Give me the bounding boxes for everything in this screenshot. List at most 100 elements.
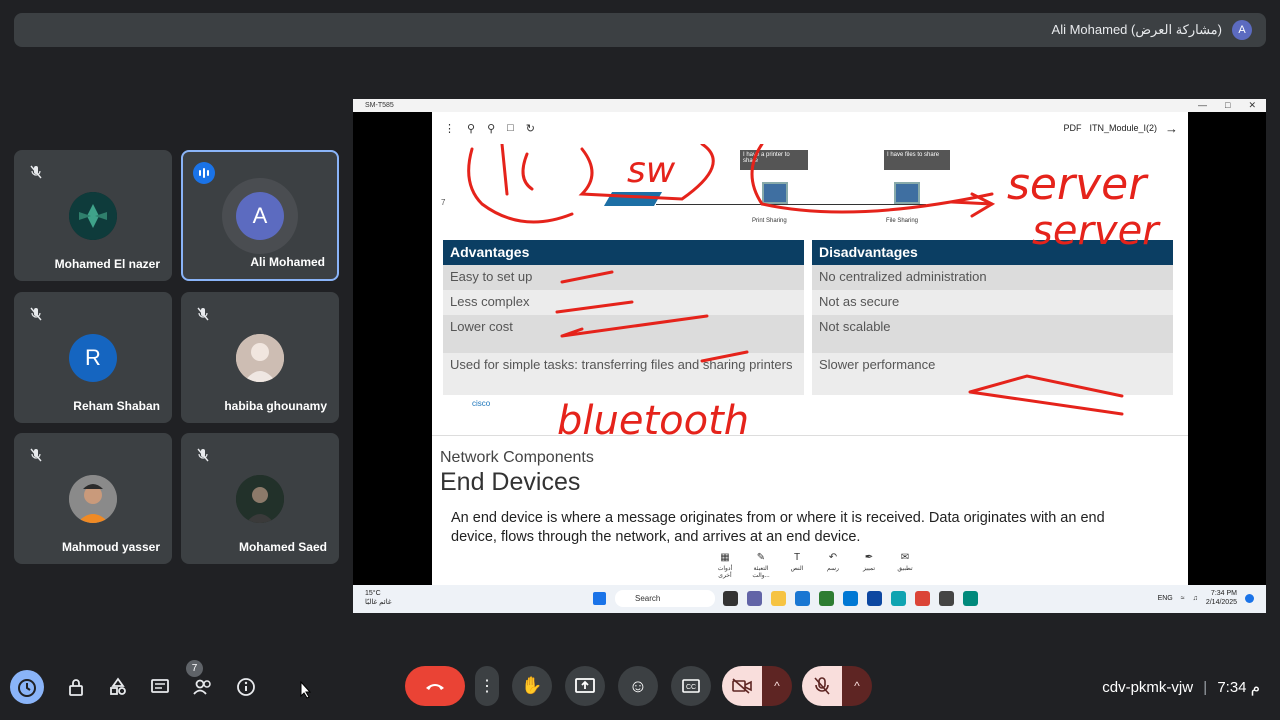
chevron-up-icon: ^ <box>774 679 780 693</box>
folder-icon[interactable] <box>771 591 786 606</box>
participant-tile[interactable]: Mahmoud yasser <box>14 433 172 564</box>
meeting-info: cdv-pkmk-vjw | 7:34 م <box>1102 678 1260 696</box>
avatar <box>236 475 284 523</box>
mic-off-icon <box>197 448 209 462</box>
participant-name: habiba ghounamy <box>224 399 327 413</box>
minimize-icon[interactable]: — <box>1198 99 1207 112</box>
pdf-title: PDF ITN_Module_I(2) → <box>1063 112 1178 144</box>
mouse-cursor-icon <box>300 681 312 699</box>
chevron-up-icon: ^ <box>854 679 860 693</box>
comment-icon: ✉ <box>900 552 910 563</box>
tool-apply[interactable]: ✉ تطبيق <box>892 552 918 579</box>
close-icon[interactable]: ✕ <box>1248 99 1256 112</box>
search-icon[interactable]: ⚲ <box>487 122 495 135</box>
speaking-indicator-icon <box>193 162 215 184</box>
annotation-server: server <box>1032 208 1161 254</box>
presenter-avatar[interactable]: A <box>1232 20 1252 40</box>
weather-desc: غائم غالبًا <box>365 599 392 606</box>
people-count-badge: 7 <box>186 660 203 677</box>
app-icon[interactable] <box>939 591 954 606</box>
avatar: A <box>222 178 298 254</box>
tool-fill[interactable]: ✎ التعبئة والت... <box>748 552 774 579</box>
participant-name: Reham Shaban <box>73 399 160 413</box>
tool-label: تطبيق <box>897 566 913 572</box>
end-call-button[interactable] <box>405 666 465 706</box>
raise-hand-button[interactable]: ✋ <box>512 666 552 706</box>
meeting-time: 7:34 م <box>1217 679 1260 696</box>
camera-options-button[interactable]: ^ <box>762 666 792 706</box>
participant-tile-active[interactable]: A Ali Mohamed <box>181 150 339 281</box>
volume-icon[interactable]: ♫ <box>1193 595 1198 602</box>
app-icon[interactable] <box>963 591 978 606</box>
weather-widget[interactable]: 15°C غائم غالبًا <box>365 589 392 607</box>
mic-off-icon <box>30 165 42 179</box>
section-title: End Devices <box>440 468 581 496</box>
comment-icon[interactable]: □ <box>507 122 514 134</box>
participant-tile[interactable]: R Reham Shaban <box>14 292 172 423</box>
taskbar-search[interactable]: Search <box>615 590 715 607</box>
avatar <box>69 475 117 523</box>
app-icon[interactable] <box>747 591 762 606</box>
more-vert-icon[interactable]: ⋮ <box>444 122 455 135</box>
camera-toggle-button[interactable] <box>722 666 762 706</box>
participant-tile[interactable]: Mohamed Saed <box>181 433 339 564</box>
mic-options-button[interactable]: ^ <box>842 666 872 706</box>
rotate-icon[interactable]: ↻ <box>526 122 535 135</box>
fill-icon: ✎ <box>756 552 766 563</box>
captions-button[interactable]: CC <box>671 666 711 706</box>
system-tray: ENG ≈ ♫ 7:34 PM 2/14/2025 <box>1158 589 1254 607</box>
mic-off-icon <box>30 448 42 462</box>
tool-text[interactable]: T النص <box>784 552 810 579</box>
lasso-icon: ↶ <box>828 552 838 563</box>
chat-icon[interactable] <box>150 677 170 697</box>
more-tools-icon: ▦ <box>720 552 730 563</box>
hand-icon: ✋ <box>521 676 543 695</box>
participant-tile[interactable]: Mohamed El nazer <box>14 150 172 281</box>
text-icon: T <box>793 552 801 563</box>
app-icon[interactable] <box>723 591 738 606</box>
tool-draw[interactable]: ↶ رسم <box>820 552 846 579</box>
taskbar-clock[interactable]: 7:34 PM 2/14/2025 <box>1206 589 1237 607</box>
participant-name: Ali Mohamed <box>250 255 325 269</box>
camera-off-icon <box>732 678 752 694</box>
presenter-bar: Ali Mohamed (مشاركة العرض) A <box>14 13 1266 47</box>
app-icon[interactable] <box>843 591 858 606</box>
meeting-code: cdv-pkmk-vjw <box>1102 679 1194 696</box>
meet-window: Ali Mohamed (مشاركة العرض) A Mohamed El … <box>0 0 1280 720</box>
info-icon[interactable] <box>236 677 256 697</box>
mic-off-icon <box>30 307 42 321</box>
slide-page: 7 I have a printer to share Print Sharin… <box>432 144 1188 585</box>
app-icon[interactable] <box>819 591 834 606</box>
language-indicator[interactable]: ENG <box>1158 595 1173 602</box>
activities-icon[interactable] <box>108 677 128 697</box>
window-title: SM-T585 <box>353 99 1266 112</box>
host-controls-icon[interactable] <box>66 677 86 697</box>
wifi-icon[interactable]: ≈ <box>1181 595 1185 602</box>
tool-highlight[interactable]: ✒ تمييز <box>856 552 882 579</box>
start-icon[interactable] <box>593 592 606 605</box>
participant-tile[interactable]: habiba ghounamy <box>181 292 339 423</box>
chrome-icon[interactable] <box>915 591 930 606</box>
app-icon[interactable] <box>867 591 882 606</box>
tool-label: التعبئة والت... <box>752 566 770 579</box>
tool-more[interactable]: ▦ أدوات أخرى <box>712 552 738 579</box>
people-icon[interactable] <box>192 677 214 697</box>
maximize-icon[interactable]: □ <box>1225 99 1230 112</box>
avatar <box>236 334 284 382</box>
annotation-server: server <box>1007 159 1149 210</box>
share-icon[interactable]: ⚲ <box>467 122 475 135</box>
notification-icon[interactable] <box>1245 593 1254 603</box>
app-icon[interactable] <box>795 591 810 606</box>
more-options-button[interactable]: ⋮ <box>475 666 499 706</box>
reactions-button[interactable]: ☺ <box>618 666 658 706</box>
timer-icon[interactable] <box>10 670 44 704</box>
tool-label: أدوات أخرى <box>717 566 733 579</box>
participant-name: Mohamed Saed <box>238 540 327 554</box>
present-button[interactable] <box>565 666 605 706</box>
taskbar-apps <box>723 591 978 606</box>
arrow-right-icon[interactable]: → <box>1165 121 1178 136</box>
slide-body: An end device is where a message origina… <box>451 510 1105 545</box>
edge-icon[interactable] <box>891 591 906 606</box>
taskbar: 15°C غائم غالبًا Search ENG ≈ ♫ 7:34 PM … <box>353 585 1266 613</box>
mic-toggle-button[interactable] <box>802 666 842 706</box>
